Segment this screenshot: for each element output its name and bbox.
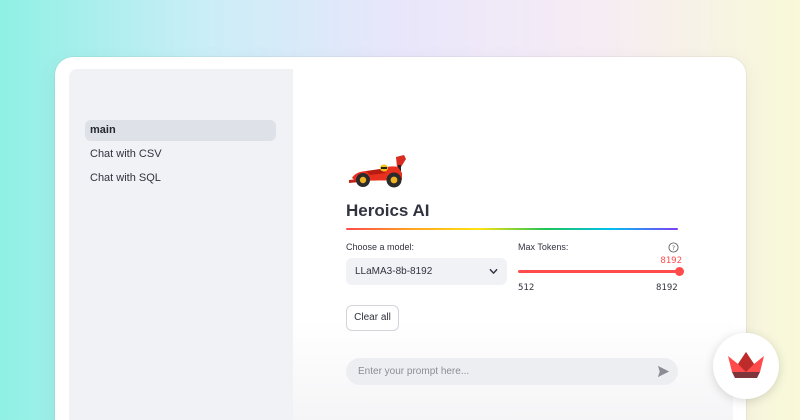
model-label: Choose a model: [346,242,415,252]
title-divider [346,228,678,230]
slider-thumb[interactable] [675,267,684,276]
slider-min-label: 512 [518,283,535,293]
model-select-value: LLaMA3-8b-8192 [355,266,433,277]
model-select[interactable]: LLaMA3-8b-8192 [346,258,507,285]
sidebar: main Chat with CSV Chat with SQL [69,69,293,420]
chevron-down-icon [489,268,498,274]
sidebar-item-chat-with-sql[interactable]: Chat with SQL [85,168,276,189]
max-tokens-label: Max Tokens: [518,242,569,252]
page-title: Heroics AI [346,201,430,220]
prompt-input[interactable]: Enter your prompt here... [346,358,678,385]
race-car-icon [349,155,406,188]
slider-max-label: 8192 [656,283,678,293]
svg-text:?: ? [672,244,675,252]
max-tokens-slider[interactable] [518,270,680,273]
clear-all-button[interactable]: Clear all [346,305,399,331]
sidebar-item-chat-with-csv[interactable]: Chat with CSV [85,144,276,165]
crown-icon [728,352,764,378]
streamlit-logo[interactable] [713,333,779,399]
slider-current-value: 8192 [660,256,682,266]
send-icon[interactable] [656,364,671,379]
sidebar-item-main[interactable]: main [85,120,276,141]
help-icon[interactable]: ? [668,242,679,253]
